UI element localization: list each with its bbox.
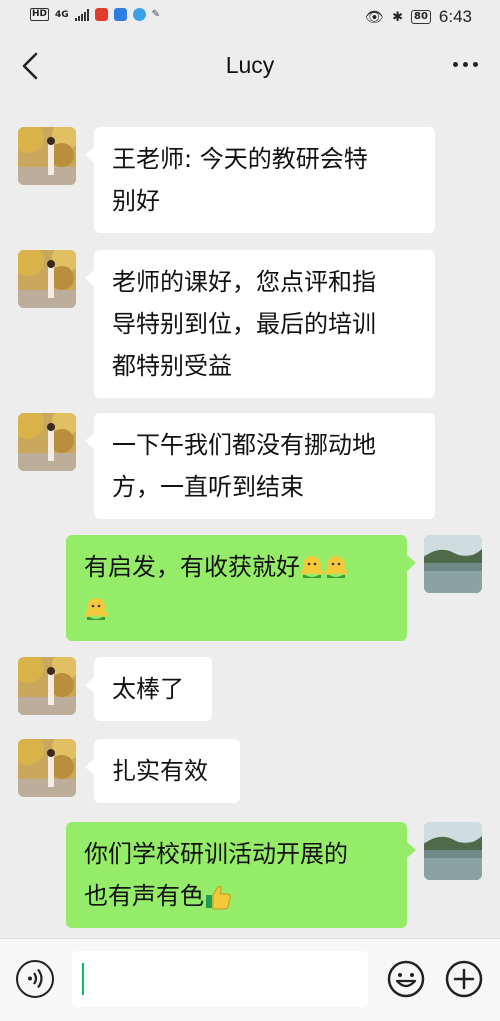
message-line: 方，一直听到结束: [112, 473, 304, 501]
hug-emoji-icon: [325, 556, 347, 578]
network-type: 4G: [55, 9, 69, 20]
voice-button[interactable]: [16, 960, 54, 998]
voice-icon: [28, 968, 43, 989]
message-bubble-incoming[interactable]: 扎实有效: [85, 739, 240, 803]
message-input[interactable]: [72, 951, 368, 1007]
message-line: 都特别受益: [112, 352, 232, 380]
more-dots-icon: [453, 62, 458, 67]
message-line: 扎实有效: [112, 757, 208, 785]
message-line: 导特别到位，最后的培训: [112, 310, 376, 338]
message-line: 你们学校研训活动开展的: [84, 840, 348, 868]
message-bubble-incoming[interactable]: 一下午我们都没有挪动地 方，一直听到结束: [85, 413, 435, 519]
more-button[interactable]: [453, 62, 478, 67]
contact-avatar[interactable]: [18, 250, 76, 308]
hug-emoji-icon: [85, 598, 107, 620]
message-line: 别好: [112, 187, 160, 215]
app-notification-icon: [113, 8, 127, 21]
message-bubble-outgoing[interactable]: 有启发，有收获就好: [66, 535, 416, 641]
message-bubble-incoming[interactable]: 老师的课好，您点评和指 导特别到位，最后的培训 都特别受益: [85, 250, 435, 398]
chat-header: Lucy: [0, 34, 500, 100]
app-notification-icon: [94, 8, 108, 21]
contact-avatar[interactable]: [18, 657, 76, 715]
message-bubble-outgoing[interactable]: 你们学校研训活动开展的 也有声有色: [66, 822, 416, 928]
bluetooth-icon: ✱: [392, 9, 403, 25]
message-bubble-incoming[interactable]: 王老师: 今天的教研会特 别好: [85, 127, 435, 233]
message-line: 老师的课好，您点评和指: [112, 268, 376, 296]
status-bar: HD 4G ✎ 👁 ✱ 80 6:43: [0, 0, 500, 34]
plus-button[interactable]: [444, 959, 484, 999]
chevron-left-icon: [22, 52, 38, 80]
contact-avatar[interactable]: [18, 413, 76, 471]
user-avatar[interactable]: [424, 535, 482, 593]
message-line: 王老师: 今天的教研会特: [112, 145, 368, 173]
message-line: 也有声有色: [84, 882, 204, 910]
message-line: 一下午我们都没有挪动地: [112, 431, 376, 459]
status-time: 6:43: [438, 7, 472, 26]
plus-icon: [445, 960, 483, 998]
app-notification-icon: [132, 8, 146, 21]
input-bar: [0, 938, 500, 1021]
thumbs-up-emoji-icon: [206, 885, 231, 910]
contact-avatar[interactable]: [18, 127, 76, 185]
app-notification-icon: ✎: [151, 9, 161, 20]
signal-icon: [74, 8, 89, 21]
emoji-button[interactable]: [386, 959, 426, 999]
hug-emoji-icon: [301, 556, 323, 578]
battery-icon: 80: [410, 10, 431, 24]
eye-icon: 👁: [365, 8, 385, 26]
hd-badge: HD: [30, 8, 50, 21]
contact-avatar[interactable]: [18, 739, 76, 797]
text-caret: [82, 963, 84, 995]
message-line: 有启发，有收获就好: [84, 553, 300, 581]
user-avatar[interactable]: [424, 822, 482, 880]
message-line: 太棒了: [112, 675, 184, 703]
back-button[interactable]: [14, 48, 50, 84]
message-bubble-incoming[interactable]: 太棒了: [85, 657, 212, 721]
chat-title: Lucy: [225, 52, 275, 78]
emoji-icon: [387, 960, 425, 998]
